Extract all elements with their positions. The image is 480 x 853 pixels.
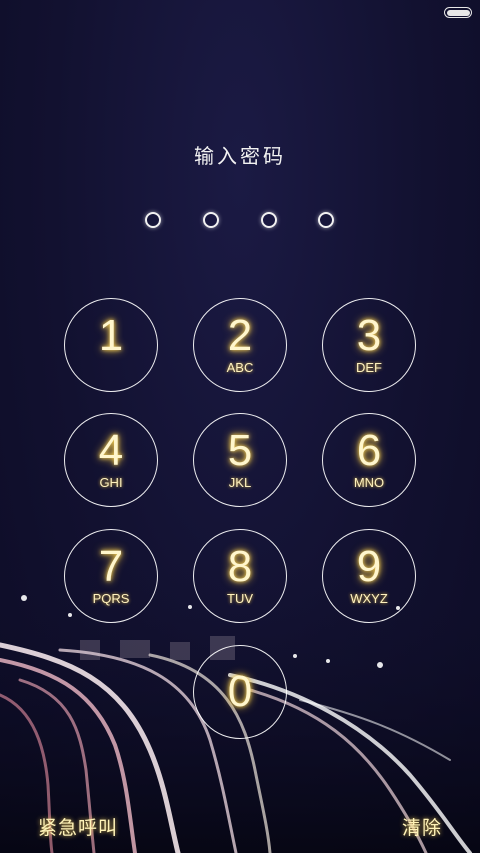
keypad-key-4[interactable]: 4 GHI bbox=[64, 413, 158, 507]
keypad-letters: TUV bbox=[227, 591, 253, 606]
passcode-indicators bbox=[0, 212, 480, 232]
battery-fill bbox=[446, 9, 470, 16]
keypad-digit: 3 bbox=[356, 311, 382, 360]
keypad-digit: 7 bbox=[98, 542, 124, 591]
clear-button[interactable]: 清除 bbox=[402, 813, 442, 840]
keypad-key-9[interactable]: 9 WXYZ bbox=[322, 529, 416, 623]
keypad-letters: WXYZ bbox=[350, 591, 388, 606]
keypad-key-3[interactable]: 3 DEF bbox=[322, 298, 416, 392]
passcode-dot-3 bbox=[261, 212, 277, 228]
keypad-letters: JKL bbox=[228, 475, 252, 490]
keypad-key-6[interactable]: 6 MNO bbox=[322, 413, 416, 507]
passcode-dot-4 bbox=[318, 212, 334, 228]
keypad-digit: 6 bbox=[356, 426, 382, 475]
keypad-letters: ABC bbox=[226, 360, 254, 375]
passcode-title: 输入密码 bbox=[194, 144, 286, 168]
passcode-dot-2 bbox=[203, 212, 219, 228]
keypad-letters: DEF bbox=[356, 360, 382, 375]
keypad-key-7[interactable]: 7 PQRS bbox=[64, 529, 158, 623]
keypad-key-8[interactable]: 8 TUV bbox=[193, 529, 287, 623]
keypad-key-1[interactable]: 1 bbox=[64, 298, 158, 392]
keypad-digit: 9 bbox=[356, 542, 382, 591]
keypad-digit: 2 bbox=[227, 311, 253, 360]
keypad-digit: 8 bbox=[227, 542, 253, 591]
keypad-digit: 5 bbox=[227, 426, 253, 475]
keypad-letters: GHI bbox=[99, 475, 123, 490]
keypad-letters: PQRS bbox=[92, 591, 130, 606]
passcode-dot-1 bbox=[145, 212, 161, 228]
keypad-key-2[interactable]: 2 ABC bbox=[193, 298, 287, 392]
keypad-letters: MNO bbox=[353, 475, 385, 490]
emergency-call-button[interactable]: 紧急呼叫 bbox=[38, 813, 118, 840]
keypad-key-5[interactable]: 5 JKL bbox=[193, 413, 287, 507]
keypad-key-0[interactable]: 0 bbox=[193, 645, 287, 739]
keypad-digit: 4 bbox=[98, 426, 124, 475]
keypad-digit: 0 bbox=[227, 667, 253, 716]
keypad-digit: 1 bbox=[98, 311, 124, 360]
battery-icon bbox=[444, 7, 472, 18]
